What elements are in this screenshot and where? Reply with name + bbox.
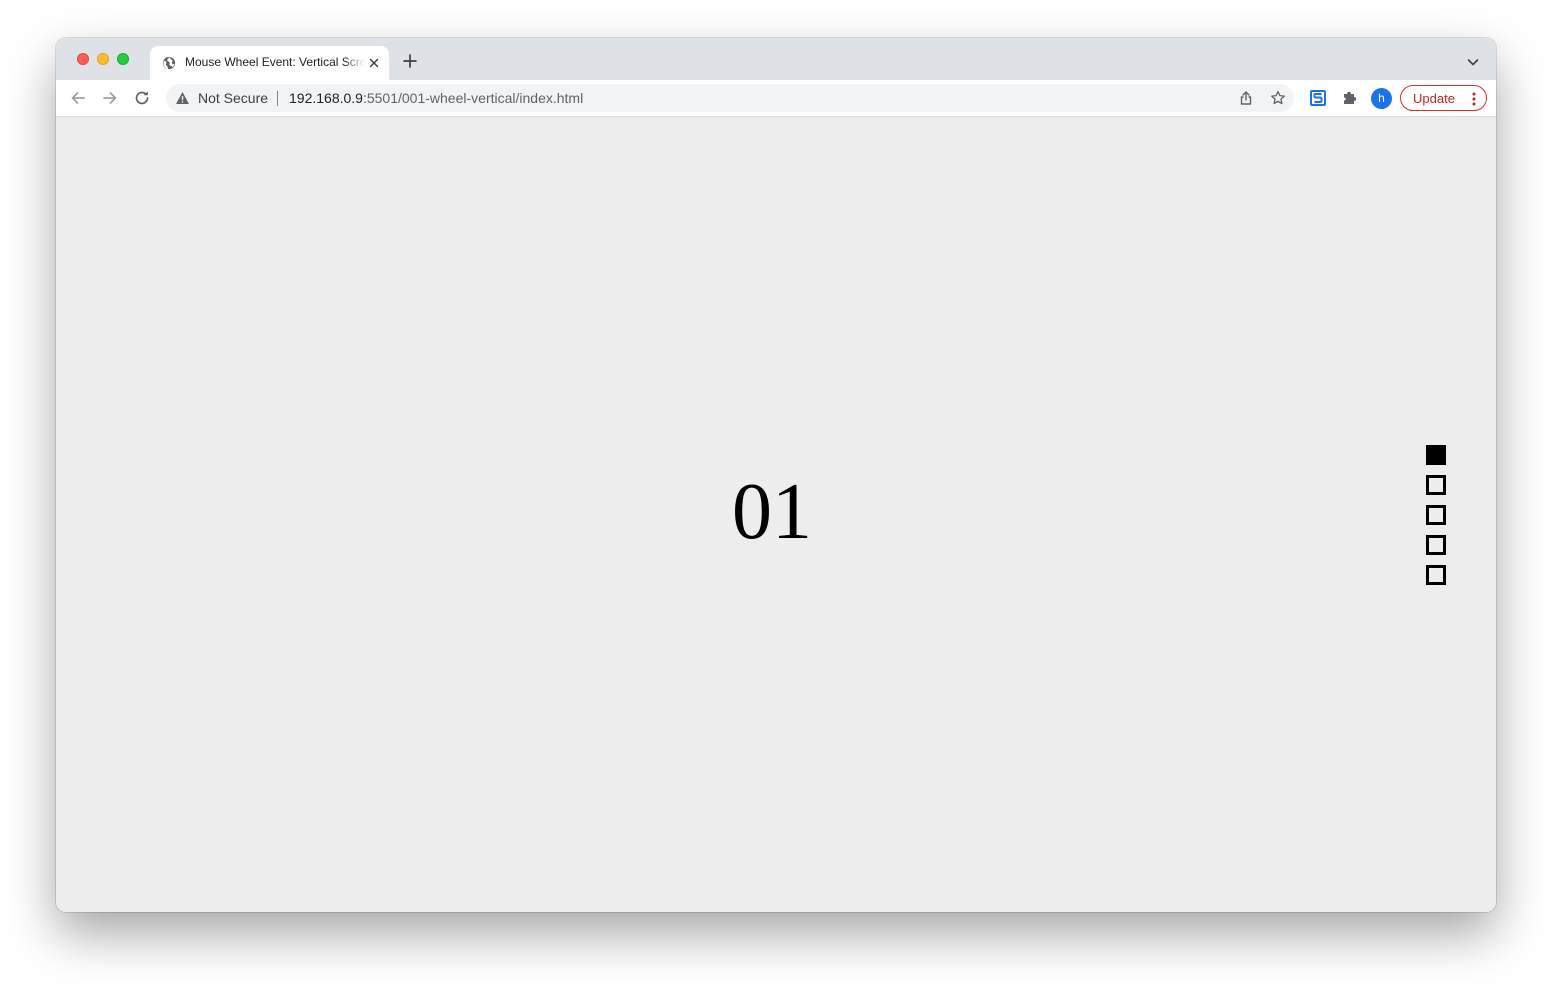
kebab-menu-icon bbox=[1472, 92, 1476, 106]
pagination-dot[interactable] bbox=[1426, 565, 1446, 585]
star-icon[interactable] bbox=[1270, 90, 1286, 106]
arrow-left-icon[interactable] bbox=[68, 88, 88, 108]
page-viewport[interactable]: 01 bbox=[56, 117, 1496, 912]
tab-strip: Mouse Wheel Event: Vertical Scroll bbox=[56, 38, 1496, 80]
url-host: 192.168.0.9 bbox=[289, 90, 363, 106]
plus-icon[interactable] bbox=[401, 52, 419, 70]
extension-s-icon[interactable] bbox=[1309, 89, 1327, 107]
pagination-dot[interactable] bbox=[1426, 475, 1446, 495]
chevron-down-icon[interactable] bbox=[1465, 54, 1481, 70]
section-number: 01 bbox=[732, 468, 812, 556]
url-text[interactable]: 192.168.0.9:5501/001-wheel-vertical/inde… bbox=[289, 90, 583, 106]
puzzle-icon[interactable] bbox=[1341, 89, 1359, 107]
arrow-right-icon[interactable] bbox=[100, 88, 120, 108]
tab-title: Mouse Wheel Event: Vertical Scroll bbox=[185, 55, 365, 69]
window-close-button[interactable] bbox=[77, 53, 89, 65]
profile-avatar[interactable]: h bbox=[1371, 88, 1392, 109]
tab-active[interactable]: Mouse Wheel Event: Vertical Scroll bbox=[150, 46, 389, 80]
address-bar[interactable]: Not Secure 192.168.0.9:5501/001-wheel-ve… bbox=[166, 84, 1294, 112]
window-maximize-button[interactable] bbox=[117, 53, 129, 65]
pagination-dot[interactable] bbox=[1426, 535, 1446, 555]
close-icon[interactable] bbox=[366, 55, 382, 71]
url-path: :5501/001-wheel-vertical/index.html bbox=[362, 90, 584, 106]
pagination-dot[interactable] bbox=[1426, 505, 1446, 525]
update-label: Update bbox=[1413, 91, 1455, 106]
browser-toolbar: Not Secure 192.168.0.9:5501/001-wheel-ve… bbox=[56, 80, 1496, 117]
pagination-dot[interactable] bbox=[1426, 445, 1446, 465]
share-icon[interactable] bbox=[1238, 90, 1254, 106]
pagination-dots bbox=[1426, 445, 1446, 595]
security-label[interactable]: Not Secure bbox=[198, 90, 268, 106]
window-minimize-button[interactable] bbox=[97, 53, 109, 65]
omnibox-divider bbox=[277, 91, 278, 106]
warning-icon[interactable] bbox=[175, 91, 190, 105]
browser-window: Mouse Wheel Event: Vertical Scroll Not S… bbox=[56, 38, 1496, 912]
globe-icon bbox=[162, 56, 176, 70]
update-button[interactable]: Update bbox=[1400, 85, 1487, 111]
reload-icon[interactable] bbox=[132, 88, 152, 108]
